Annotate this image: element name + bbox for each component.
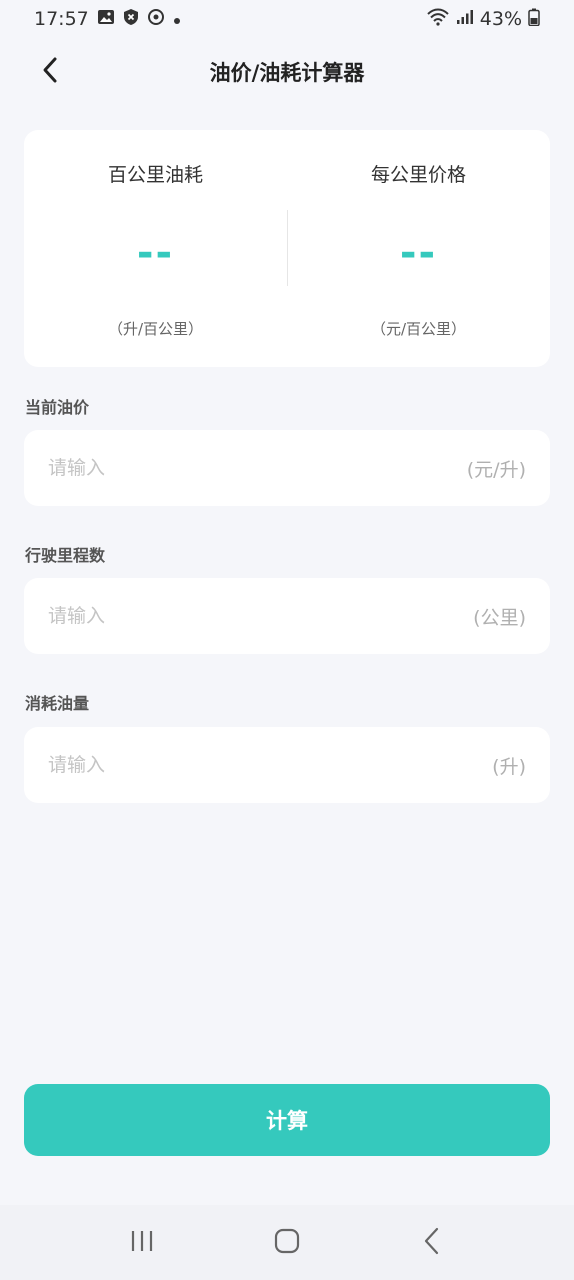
price-value: -- <box>399 230 438 276</box>
consumption-result: 百公里油耗 -- （升/百公里） <box>24 130 287 367</box>
consumption-unit: （升/百公里） <box>107 320 204 338</box>
signal-icon <box>456 8 474 30</box>
mileage-unit: (公里) <box>473 606 526 629</box>
system-back-button[interactable] <box>402 1218 462 1268</box>
consumption-label: 百公里油耗 <box>107 164 203 186</box>
mileage-field[interactable]: (公里) <box>24 578 550 654</box>
oil-price-field[interactable]: (元/升) <box>24 430 550 506</box>
oil-price-input[interactable] <box>48 457 408 479</box>
status-bar: 17:57 43% <box>0 0 574 38</box>
recent-apps-button[interactable] <box>112 1218 172 1268</box>
back-icon <box>423 1227 441 1259</box>
calculate-button[interactable]: 计算 <box>24 1084 550 1156</box>
top-app-bar: 油价/油耗计算器 <box>0 40 574 104</box>
oil-price-unit: (元/升) <box>466 458 526 481</box>
fuel-consumed-input[interactable] <box>48 754 408 776</box>
battery-icon <box>528 8 540 31</box>
consumption-value: -- <box>136 230 175 276</box>
home-icon <box>274 1228 300 1258</box>
oil-price-label: 当前油价 <box>25 398 90 417</box>
home-button[interactable] <box>257 1218 317 1268</box>
dot-icon <box>173 8 181 30</box>
chevron-left-icon <box>40 56 60 88</box>
mileage-input[interactable] <box>48 605 408 627</box>
page-title: 油价/油耗计算器 <box>209 61 365 85</box>
wifi-icon <box>426 8 450 31</box>
fuel-consumed-field[interactable]: (升) <box>24 727 550 803</box>
recent-apps-icon <box>129 1229 155 1257</box>
fuel-consumed-label: 消耗油量 <box>25 694 90 713</box>
image-icon <box>97 8 115 30</box>
price-result: 每公里价格 -- （元/百公里） <box>287 130 550 367</box>
result-card: 百公里油耗 -- （升/百公里） 每公里价格 -- （元/百公里） <box>24 130 550 367</box>
price-unit: （元/百公里） <box>370 320 467 338</box>
fuel-consumed-unit: (升) <box>492 755 526 778</box>
battery-percent: 43% <box>479 8 522 30</box>
mileage-label: 行驶里程数 <box>25 546 106 565</box>
system-nav-bar <box>0 1205 574 1280</box>
back-button[interactable] <box>30 52 70 92</box>
price-label: 每公里价格 <box>370 164 466 186</box>
shield-icon <box>123 8 139 31</box>
status-time: 17:57 <box>34 8 89 30</box>
sync-icon <box>147 8 165 31</box>
